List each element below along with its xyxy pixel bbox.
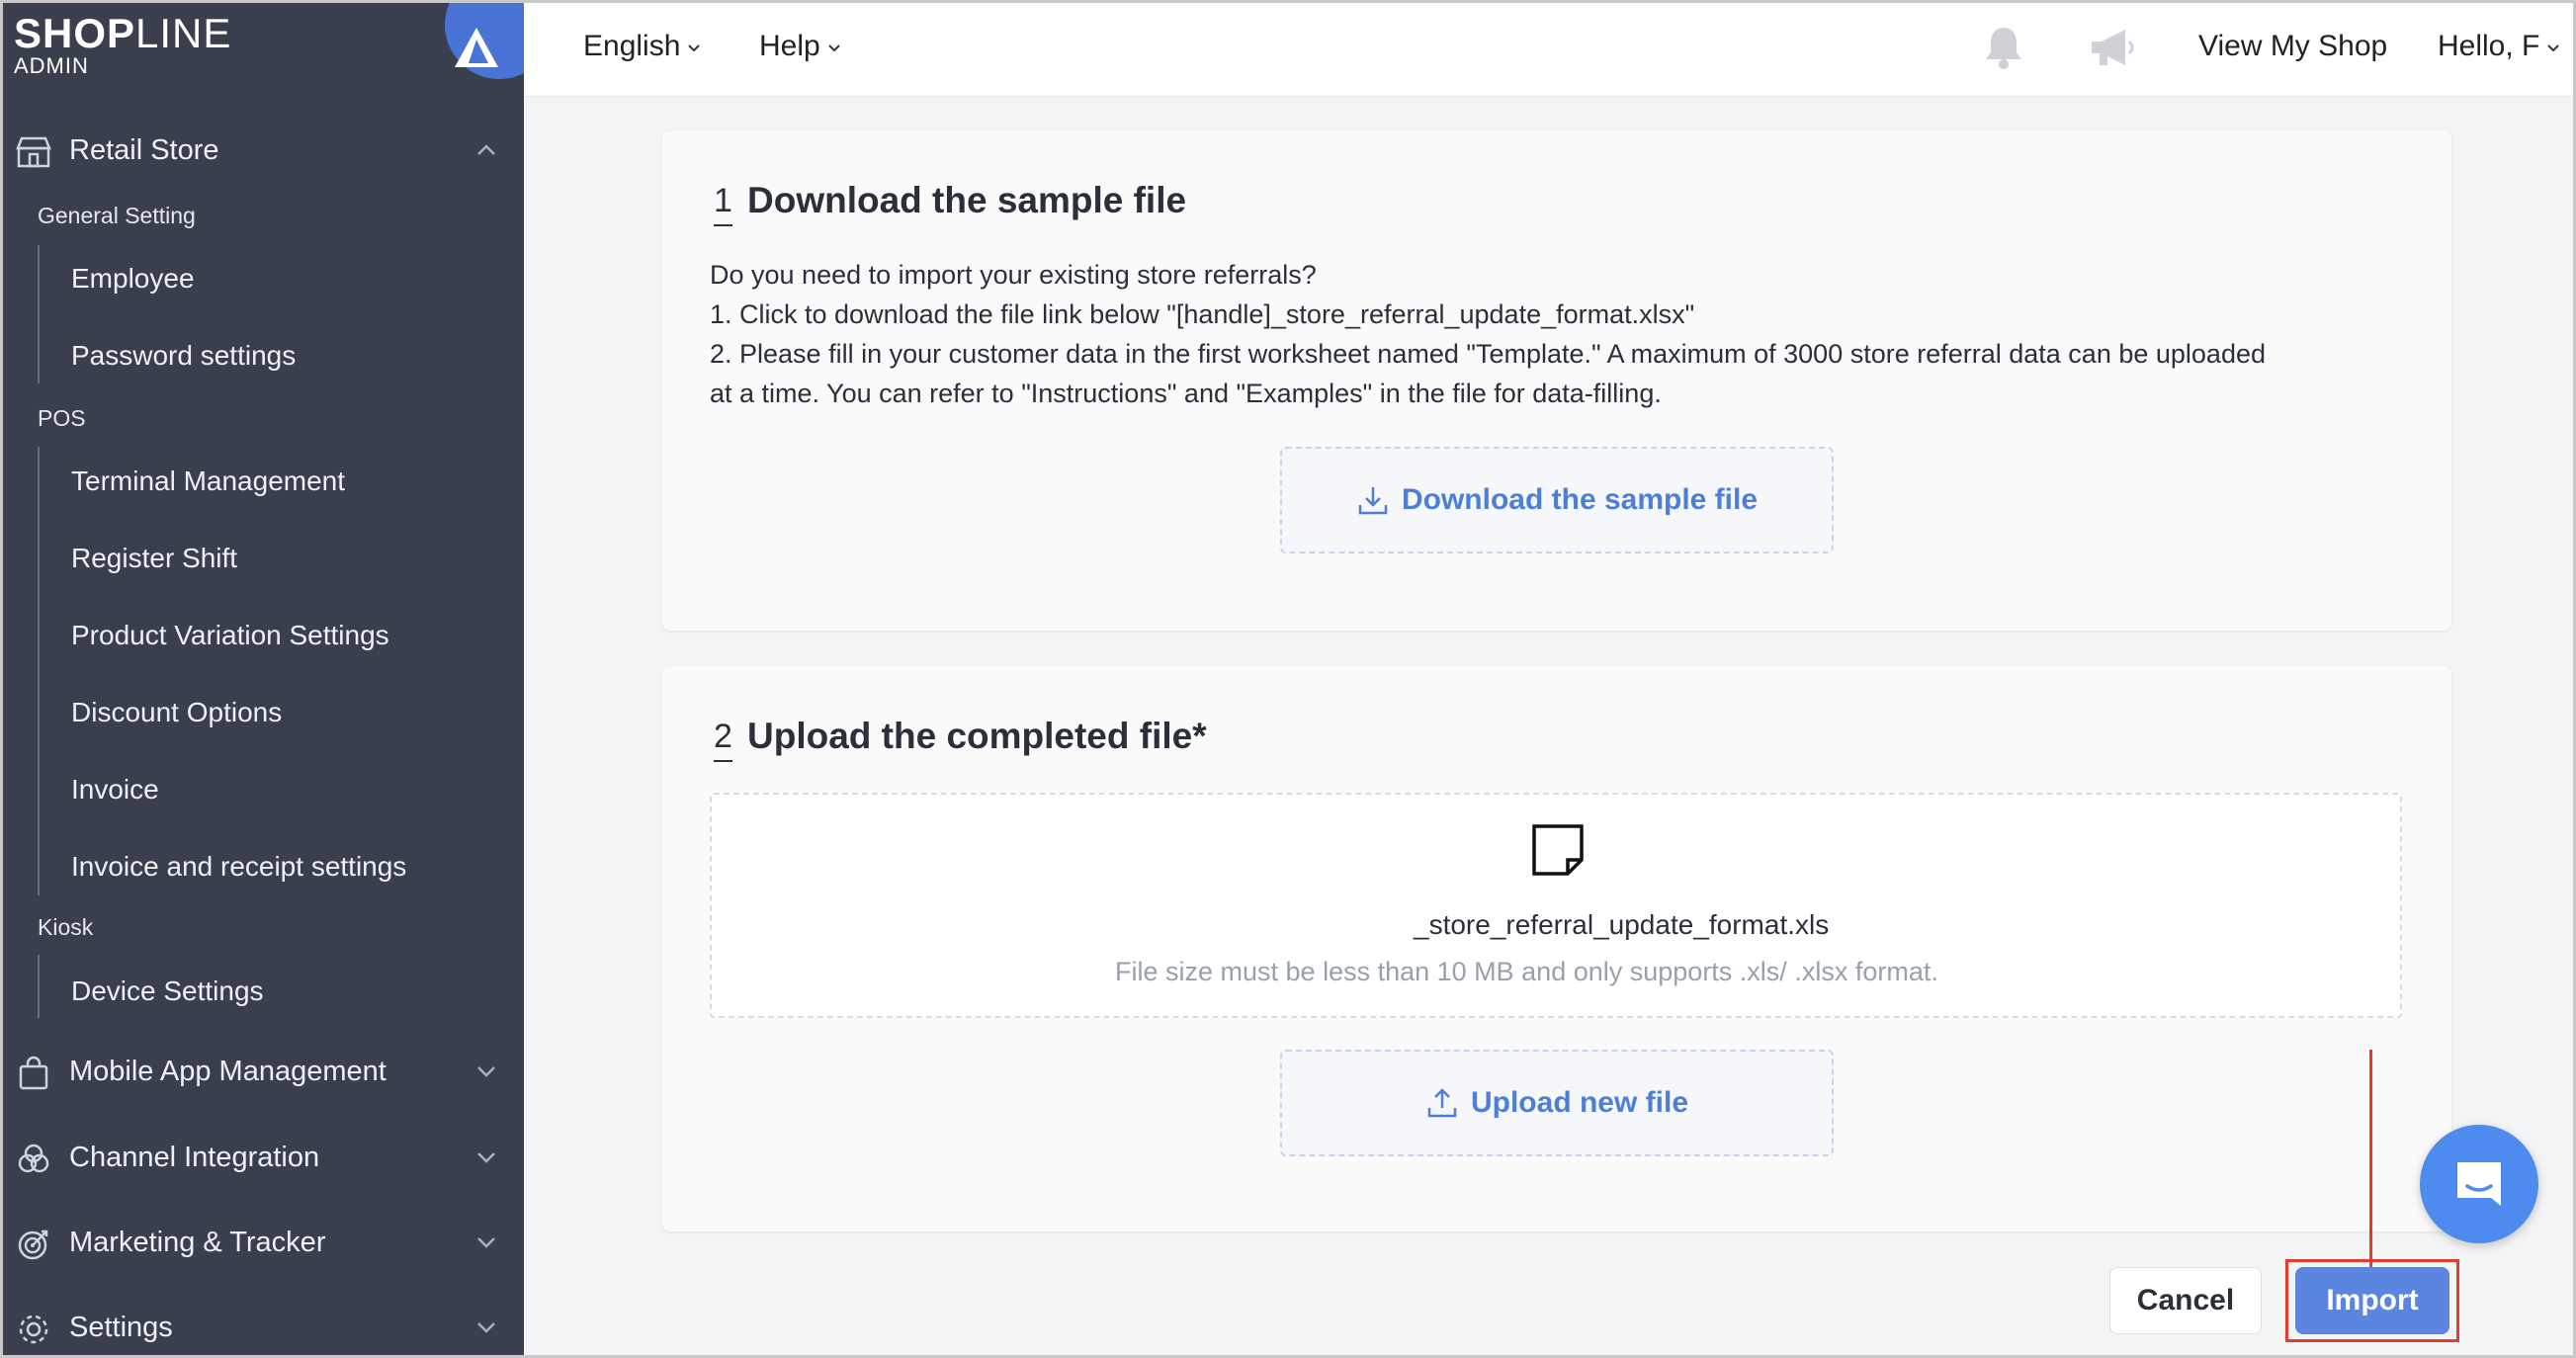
file-size-hint: File size must be less than 10 MB and on…: [1115, 957, 1938, 986]
store-icon: [16, 136, 51, 168]
language-dropdown[interactable]: English: [583, 30, 702, 63]
chat-support-button[interactable]: [2420, 1125, 2538, 1243]
upload-file-card: 2 Upload the completed file* _store_refe…: [662, 666, 2451, 1231]
uploaded-file-name: _store_referral_update_format.xls: [1414, 909, 1830, 940]
step-description-line: at a time. You can refer to "Instruction…: [710, 379, 1662, 408]
help-dropdown[interactable]: Help: [759, 30, 842, 63]
group-kiosk: Kiosk: [38, 914, 94, 940]
download-sample-card: 1 Download the sample file Do you need t…: [662, 130, 2451, 631]
chevron-down-icon[interactable]: [472, 1314, 500, 1341]
nav-retail-store[interactable]: Retail Store: [0, 111, 524, 190]
nav-channel-integration[interactable]: Channel Integration: [0, 1118, 524, 1197]
download-sample-button[interactable]: Download the sample file: [1280, 447, 1834, 553]
sidebar-item-terminal-management[interactable]: Terminal Management: [71, 466, 345, 497]
shopline-mark-icon: [455, 28, 498, 67]
main-content: 1 Download the sample file Do you need t…: [524, 97, 2576, 1358]
nav-mobile-app-management[interactable]: Mobile App Management: [0, 1032, 524, 1111]
logo-subtitle: ADMIN: [14, 53, 89, 78]
sidebar-item-product-variation-settings[interactable]: Product Variation Settings: [71, 620, 389, 651]
chevron-down-icon: [2547, 44, 2560, 52]
step-title: Download the sample file: [747, 180, 1187, 220]
sidebar-item-invoice[interactable]: Invoice: [71, 774, 159, 806]
upload-new-file-button[interactable]: Upload new file: [1280, 1050, 1834, 1156]
sidebar-item-device-settings[interactable]: Device Settings: [71, 976, 264, 1007]
top-bar: English Help View My Shop Hello, F: [524, 0, 2576, 97]
submenu-line: [38, 245, 40, 383]
chevron-down-icon[interactable]: [472, 1144, 500, 1171]
sidebar-item-employee[interactable]: Employee: [71, 263, 195, 295]
bell-icon[interactable]: [1977, 22, 2030, 75]
chat-bubble-icon: [2457, 1162, 2501, 1206]
step-title: Upload the completed file*: [747, 716, 1207, 756]
sidebar-item-password-settings[interactable]: Password settings: [71, 340, 296, 372]
target-icon: [18, 1230, 48, 1260]
nav-mobile-app-label: Mobile App Management: [69, 1055, 386, 1087]
chevron-up-icon[interactable]: [472, 136, 500, 164]
chevron-down-icon[interactable]: [472, 1058, 500, 1085]
group-pos: POS: [38, 405, 86, 431]
chevron-down-icon: [688, 44, 701, 52]
nav-settings[interactable]: Settings: [0, 1288, 524, 1358]
step-description-line: 2. Please fill in your customer data in …: [710, 339, 2266, 369]
step-description-line: 1. Click to download the file link below…: [710, 299, 1695, 329]
logo-area: SHOPLINE ADMIN: [0, 0, 524, 109]
sidebar-item-discount-options[interactable]: Discount Options: [71, 697, 282, 728]
chevron-down-icon: [827, 44, 840, 52]
download-icon: [1358, 487, 1388, 515]
submenu-line: [38, 955, 40, 1018]
chevron-down-icon[interactable]: [472, 1229, 500, 1256]
group-general-setting: General Setting: [38, 203, 196, 228]
step-description-line: Do you need to import your existing stor…: [710, 260, 1317, 290]
sidebar-item-invoice-receipt-settings[interactable]: Invoice and receipt settings: [71, 851, 406, 883]
cancel-button[interactable]: Cancel: [2109, 1267, 2262, 1334]
sidebar: SHOPLINE ADMIN Retail Store General Sett…: [0, 0, 524, 1358]
nav-settings-label: Settings: [69, 1311, 173, 1343]
sidebar-item-register-shift[interactable]: Register Shift: [71, 543, 237, 574]
submenu-line: [38, 447, 40, 895]
logo-text: SHOPLINE: [14, 10, 232, 56]
view-my-shop-link[interactable]: View My Shop: [2198, 30, 2387, 63]
step-number: 2: [714, 718, 732, 762]
nav-retail-store-label: Retail Store: [69, 133, 219, 166]
channel-circles-icon: [18, 1144, 49, 1173]
step-number: 1: [714, 182, 732, 226]
file-icon: [1532, 824, 1584, 876]
nav-marketing-tracker-label: Marketing & Tracker: [69, 1226, 326, 1258]
nav-channel-integration-label: Channel Integration: [69, 1141, 320, 1173]
upload-icon: [1427, 1088, 1457, 1118]
file-drop-zone[interactable]: _store_referral_update_format.xls File s…: [710, 793, 2402, 1018]
import-button[interactable]: Import: [2295, 1267, 2449, 1334]
shopping-bag-icon: [19, 1056, 48, 1090]
megaphone-icon[interactable]: [2086, 22, 2139, 75]
gear-icon: [19, 1315, 48, 1344]
user-menu[interactable]: Hello, F: [2438, 30, 2561, 63]
nav-marketing-tracker[interactable]: Marketing & Tracker: [0, 1203, 524, 1282]
